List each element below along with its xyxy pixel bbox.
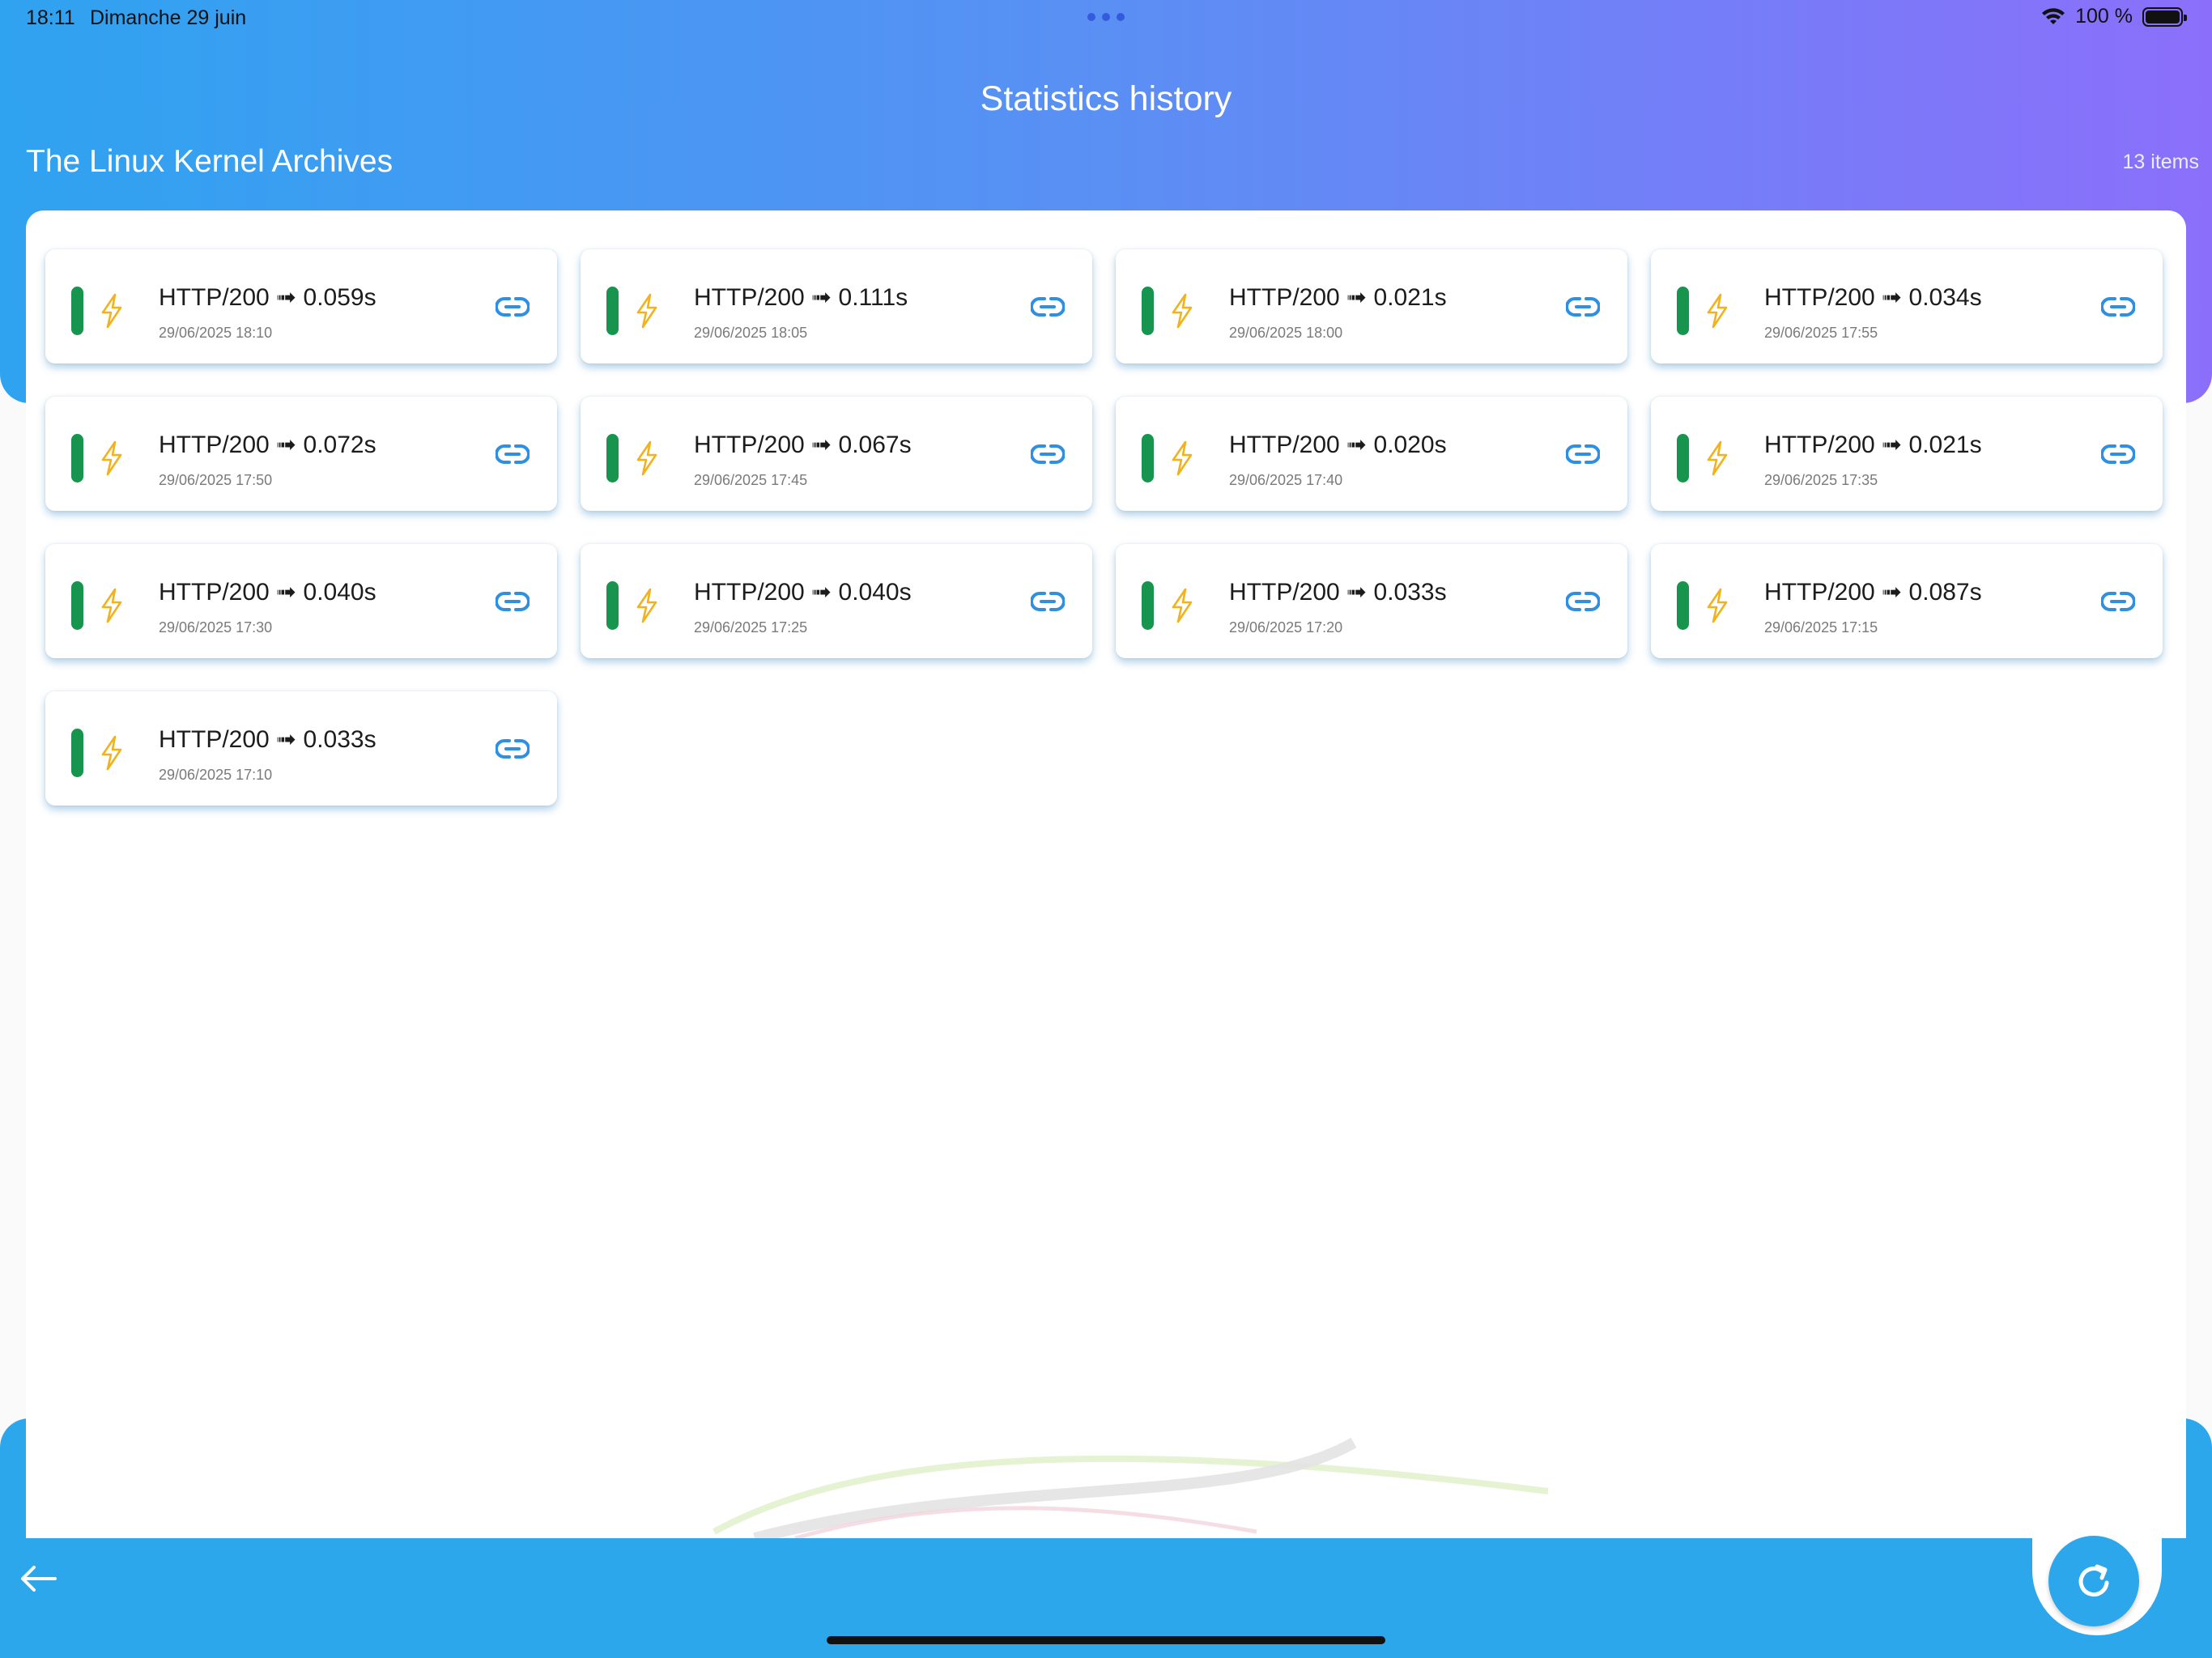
bolt-icon bbox=[1707, 293, 1728, 329]
link-icon[interactable] bbox=[496, 442, 530, 466]
history-card[interactable]: HTTP/200 ➟ 0.087s 29/06/2025 17:15 bbox=[1651, 544, 2163, 658]
link-icon[interactable] bbox=[2101, 589, 2135, 614]
link-icon[interactable] bbox=[1566, 295, 1600, 319]
card-date: 29/06/2025 17:20 bbox=[1229, 619, 1343, 636]
card-title: HTTP/200 ➟ 0.087s bbox=[1764, 579, 1982, 606]
bolt-icon bbox=[1172, 588, 1193, 623]
refresh-button[interactable] bbox=[2048, 1536, 2139, 1626]
status-indicator bbox=[1677, 287, 1689, 335]
status-indicator bbox=[71, 434, 83, 483]
card-title: HTTP/200 ➟ 0.020s bbox=[1229, 432, 1447, 458]
card-title: HTTP/200 ➟ 0.111s bbox=[694, 284, 908, 311]
status-indicator bbox=[606, 434, 619, 483]
card-title: HTTP/200 ➟ 0.021s bbox=[1764, 432, 1982, 458]
bolt-icon bbox=[101, 588, 122, 623]
history-list: HTTP/200 ➟ 0.059s 29/06/2025 18:10 HTTP/… bbox=[45, 249, 2163, 806]
link-icon[interactable] bbox=[496, 295, 530, 319]
bolt-icon bbox=[1172, 440, 1193, 476]
link-icon[interactable] bbox=[2101, 442, 2135, 466]
status-bar: 18:11 Dimanche 29 juin 100 % bbox=[0, 0, 2212, 39]
history-card[interactable]: HTTP/200 ➟ 0.072s 29/06/2025 17:50 bbox=[45, 397, 557, 511]
status-indicator bbox=[1677, 581, 1689, 630]
card-title: HTTP/200 ➟ 0.033s bbox=[159, 726, 376, 753]
status-time: 18:11 bbox=[26, 6, 75, 29]
link-icon[interactable] bbox=[2101, 295, 2135, 319]
battery-percent: 100 % bbox=[2075, 5, 2133, 28]
wifi-icon bbox=[2042, 7, 2065, 24]
status-indicator bbox=[1677, 434, 1689, 483]
content-panel-bottom bbox=[26, 1418, 2186, 1538]
card-date: 29/06/2025 17:45 bbox=[694, 472, 808, 488]
history-card[interactable]: HTTP/200 ➟ 0.067s 29/06/2025 17:45 bbox=[581, 397, 1092, 511]
history-card[interactable]: HTTP/200 ➟ 0.021s 29/06/2025 18:00 bbox=[1116, 249, 1627, 363]
link-icon[interactable] bbox=[1031, 295, 1065, 319]
link-icon[interactable] bbox=[496, 737, 530, 761]
card-title: HTTP/200 ➟ 0.040s bbox=[159, 579, 376, 606]
history-card[interactable]: HTTP/200 ➟ 0.021s 29/06/2025 17:35 bbox=[1651, 397, 2163, 511]
link-icon[interactable] bbox=[1566, 442, 1600, 466]
card-date: 29/06/2025 17:25 bbox=[694, 619, 808, 636]
status-right: 100 % bbox=[2041, 5, 2187, 28]
status-indicator bbox=[71, 581, 83, 630]
multitasking-dots-icon[interactable] bbox=[1087, 13, 1125, 23]
card-date: 29/06/2025 18:10 bbox=[159, 325, 273, 341]
bolt-icon bbox=[636, 293, 657, 329]
battery-icon bbox=[2142, 6, 2187, 27]
history-card[interactable]: HTTP/200 ➟ 0.040s 29/06/2025 17:30 bbox=[45, 544, 557, 658]
bolt-icon bbox=[1707, 440, 1728, 476]
card-date: 29/06/2025 17:55 bbox=[1764, 325, 1878, 341]
card-title: HTTP/200 ➟ 0.033s bbox=[1229, 579, 1447, 606]
home-indicator bbox=[827, 1636, 1385, 1644]
card-date: 29/06/2025 17:35 bbox=[1764, 472, 1878, 488]
status-indicator bbox=[1142, 287, 1154, 335]
history-card[interactable]: HTTP/200 ➟ 0.111s 29/06/2025 18:05 bbox=[581, 249, 1092, 363]
decorative-swoosh bbox=[713, 1437, 1549, 1538]
bolt-icon bbox=[101, 293, 122, 329]
link-icon[interactable] bbox=[496, 589, 530, 614]
link-icon[interactable] bbox=[1031, 442, 1065, 466]
status-indicator bbox=[606, 581, 619, 630]
card-date: 29/06/2025 17:50 bbox=[159, 472, 273, 488]
status-indicator bbox=[1142, 434, 1154, 483]
link-icon[interactable] bbox=[1566, 589, 1600, 614]
link-icon[interactable] bbox=[1031, 589, 1065, 614]
status-indicator bbox=[1142, 581, 1154, 630]
item-count: 13 items bbox=[2122, 151, 2199, 173]
status-date: Dimanche 29 juin bbox=[90, 6, 247, 29]
site-name: The Linux Kernel Archives bbox=[26, 144, 393, 179]
status-indicator bbox=[71, 287, 83, 335]
page-title: Statistics history bbox=[980, 79, 1232, 118]
history-card[interactable]: HTTP/200 ➟ 0.040s 29/06/2025 17:25 bbox=[581, 544, 1092, 658]
card-date: 29/06/2025 17:10 bbox=[159, 767, 273, 783]
card-date: 29/06/2025 17:30 bbox=[159, 619, 273, 636]
history-card[interactable]: HTTP/200 ➟ 0.020s 29/06/2025 17:40 bbox=[1116, 397, 1627, 511]
back-button[interactable] bbox=[15, 1562, 63, 1595]
card-date: 29/06/2025 18:05 bbox=[694, 325, 808, 341]
card-title: HTTP/200 ➟ 0.059s bbox=[159, 284, 376, 311]
history-card[interactable]: HTTP/200 ➟ 0.033s 29/06/2025 17:10 bbox=[45, 691, 557, 806]
bolt-icon bbox=[636, 588, 657, 623]
history-card[interactable]: HTTP/200 ➟ 0.034s 29/06/2025 17:55 bbox=[1651, 249, 2163, 363]
card-date: 29/06/2025 18:00 bbox=[1229, 325, 1343, 341]
card-date: 29/06/2025 17:15 bbox=[1764, 619, 1878, 636]
status-indicator bbox=[606, 287, 619, 335]
bolt-icon bbox=[1172, 293, 1193, 329]
card-title: HTTP/200 ➟ 0.021s bbox=[1229, 284, 1447, 311]
bolt-icon bbox=[1707, 588, 1728, 623]
history-card[interactable]: HTTP/200 ➟ 0.033s 29/06/2025 17:20 bbox=[1116, 544, 1627, 658]
history-card[interactable]: HTTP/200 ➟ 0.059s 29/06/2025 18:10 bbox=[45, 249, 557, 363]
bolt-icon bbox=[101, 440, 122, 476]
arrow-left-icon bbox=[21, 1566, 57, 1592]
card-title: HTTP/200 ➟ 0.072s bbox=[159, 432, 376, 458]
card-title: HTTP/200 ➟ 0.067s bbox=[694, 432, 912, 458]
bolt-icon bbox=[101, 735, 122, 771]
refresh-icon bbox=[2078, 1564, 2109, 1597]
card-title: HTTP/200 ➟ 0.040s bbox=[694, 579, 912, 606]
bolt-icon bbox=[636, 440, 657, 476]
card-title: HTTP/200 ➟ 0.034s bbox=[1764, 284, 1982, 311]
status-indicator bbox=[71, 729, 83, 777]
card-date: 29/06/2025 17:40 bbox=[1229, 472, 1343, 488]
